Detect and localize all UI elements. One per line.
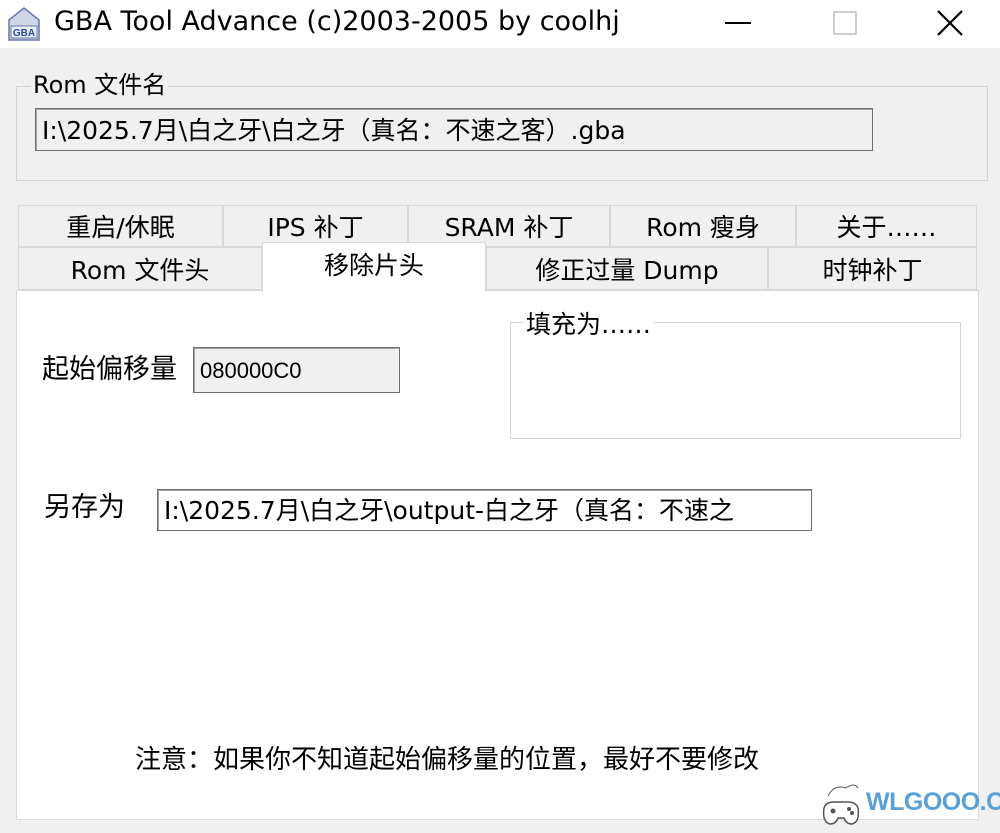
fill-with-label: 填充为…… (524, 308, 654, 342)
gba-app-icon: GBA (8, 7, 40, 41)
window-title: GBA Tool Advance (c)2003-2005 by coolhj (54, 6, 620, 37)
title-bar: GBA GBA Tool Advance (c)2003-2005 by coo… (0, 0, 1000, 48)
tab-about[interactable]: 关于…… (796, 205, 977, 247)
save-as-field[interactable]: I:\2025.7月\白之牙\output-白之牙（真名：不速之 (157, 489, 812, 531)
tab-clock-patch[interactable]: 时钟补丁 (768, 247, 977, 290)
maximize-icon (833, 11, 857, 35)
tab-remove-intro[interactable]: 移除片头 (262, 242, 486, 292)
save-as-label: 另存为 (44, 492, 125, 523)
tab-rom-header[interactable]: Rom 文件头 (18, 247, 262, 290)
minimize-button[interactable] (688, 0, 788, 46)
gamepad-logo-icon (822, 784, 860, 825)
watermark: WLGOOO.COM (818, 778, 1000, 830)
tab-reboot-sleep[interactable]: 重启/休眠 (18, 205, 223, 247)
close-icon (937, 10, 963, 36)
maximize-button[interactable] (795, 0, 895, 46)
tab-ips-patch[interactable]: IPS 补丁 (223, 205, 408, 247)
tab-sram-patch[interactable]: SRAM 补丁 (408, 205, 610, 247)
warning-note: 注意：如果你不知道起始偏移量的位置，最好不要修改 (135, 745, 760, 775)
start-offset-label: 起始偏移量 (42, 354, 177, 385)
rom-filename-label: Rom 文件名 (31, 70, 169, 100)
svg-text:GBA: GBA (13, 28, 35, 39)
watermark-text: WLGOOO.COM (866, 788, 1000, 816)
close-button[interactable] (900, 0, 1000, 46)
tab-fix-overdump[interactable]: 修正过量 Dump (486, 247, 768, 290)
minimize-icon (725, 22, 751, 24)
start-offset-field[interactable]: 080000C0 (193, 347, 400, 393)
rom-path-field[interactable]: I:\2025.7月\白之牙\白之牙（真名：不速之客）.gba (35, 108, 873, 151)
tab-rom-trim[interactable]: Rom 瘦身 (610, 205, 796, 247)
